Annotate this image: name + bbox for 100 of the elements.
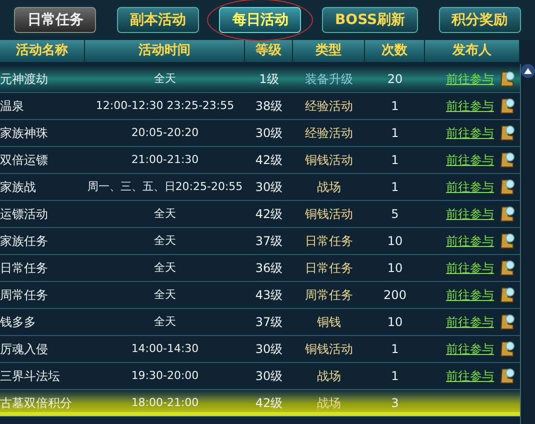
table-row[interactable]: 钱多多 全天 37级 铜钱 10 前往参与 bbox=[0, 309, 520, 336]
table-row[interactable]: 元神渡劫 全天 1级 装备升级 20 前往参与 bbox=[0, 66, 520, 93]
table-cell: 运镖活动 bbox=[0, 207, 48, 221]
tab[interactable]: 副本活动 bbox=[116, 7, 199, 34]
table-cell: 18:00-21:00 bbox=[131, 396, 199, 409]
join-link[interactable]: 前往参与 bbox=[446, 205, 494, 223]
table-cell: 1 bbox=[391, 180, 399, 194]
join-link[interactable]: 前往参与 bbox=[446, 151, 494, 169]
table-row[interactable]: 家族任务 全天 37级 日常任务 10 前往参与 bbox=[0, 228, 520, 255]
column-header: 次数 bbox=[365, 40, 425, 62]
join-link[interactable]: 前往参与 bbox=[446, 313, 494, 331]
table-cell: 战场 bbox=[317, 180, 341, 194]
table-cell: 三界斗法坛 bbox=[0, 369, 60, 383]
table-cell: 日常任务 bbox=[305, 261, 353, 275]
table-cell: 战场 bbox=[317, 396, 341, 410]
scrollbar[interactable] bbox=[520, 64, 535, 424]
table-cell: 家族任务 bbox=[0, 234, 48, 248]
table-cell: 全天 bbox=[154, 260, 176, 274]
table-cell: 30级 bbox=[255, 342, 283, 356]
table-cell: 钱多多 bbox=[0, 315, 36, 329]
table-cell: 铜钱活动 bbox=[305, 153, 353, 167]
table-row[interactable]: 双倍运镖 21:00-21:30 42级 铜钱活动 1 前往参与 bbox=[0, 147, 520, 174]
join-link[interactable]: 前往参与 bbox=[446, 124, 494, 142]
tab[interactable]: 日常任务 bbox=[14, 7, 96, 34]
table-cell: 全天 bbox=[154, 206, 176, 220]
table-cell: 温泉 bbox=[0, 99, 24, 113]
table-cell: 经验活动 bbox=[305, 126, 353, 140]
column-header: 活动时间 bbox=[85, 40, 245, 62]
table-cell: 1 bbox=[391, 153, 399, 167]
table-cell: 全天 bbox=[154, 314, 176, 328]
table-cell: 周一、三、五、日20:25-20:55 bbox=[87, 180, 243, 193]
table-cell: 3 bbox=[391, 396, 399, 410]
table-cell: 铜钱 bbox=[317, 315, 341, 329]
table-cell: 1 bbox=[391, 369, 399, 383]
join-link[interactable]: 前往参与 bbox=[446, 259, 494, 277]
table-cell: 19:30-20:00 bbox=[131, 368, 199, 382]
table-cell: 双倍运镖 bbox=[0, 153, 48, 167]
join-link[interactable]: 前往参与 bbox=[446, 70, 494, 88]
table-cell: 1 bbox=[391, 126, 399, 140]
table-cell: 38级 bbox=[255, 99, 283, 113]
column-header: 发布人 bbox=[425, 40, 520, 62]
table-cell: 14:00-14:30 bbox=[131, 342, 199, 355]
table-cell: 10 bbox=[387, 261, 403, 275]
join-link[interactable]: 前往参与 bbox=[446, 367, 494, 385]
table-cell: 30级 bbox=[255, 126, 283, 140]
table-cell: 200 bbox=[384, 288, 406, 302]
table-cell: 1 bbox=[391, 342, 399, 356]
table-row[interactable]: 温泉 12:00-12:30 23:25-23:55 38级 经验活动 1 前往参与 bbox=[0, 93, 520, 120]
table-cell: 战场 bbox=[317, 369, 341, 383]
table-cell: 元神渡劫 bbox=[0, 72, 48, 86]
table-cell: 1级 bbox=[259, 72, 279, 86]
table-cell: 37级 bbox=[255, 234, 283, 248]
join-link[interactable]: 前往参与 bbox=[446, 232, 494, 250]
table-row[interactable]: 厉魂入侵 14:00-14:30 30级 铜钱活动 1 前往参与 bbox=[0, 336, 520, 363]
table-cell: 厉魂入侵 bbox=[0, 342, 48, 356]
column-header: 等级 bbox=[245, 40, 293, 62]
join-link[interactable]: 前往参与 bbox=[446, 286, 494, 304]
table-cell: 装备升级 bbox=[305, 72, 353, 86]
tab[interactable]: 积分奖励 bbox=[438, 7, 521, 34]
table-row[interactable]: 家族战 周一、三、五、日20:25-20:55 30级 战场 1 前往参与 bbox=[0, 174, 520, 201]
table-cell: 12:00-12:30 23:25-23:55 bbox=[96, 98, 234, 112]
column-header: 类型 bbox=[293, 40, 365, 62]
table-row[interactable]: 日常任务 全天 36级 日常任务 10 前往参与 bbox=[0, 255, 520, 282]
table-row[interactable]: 运镖活动 全天 42级 铜钱活动 5 前往参与 bbox=[0, 201, 520, 228]
table-cell: 20 bbox=[387, 72, 403, 86]
table-cell: 42级 bbox=[255, 153, 283, 167]
table-cell: 全天 bbox=[154, 72, 176, 85]
table-cell: 铜钱活动 bbox=[305, 342, 353, 356]
join-link[interactable]: 前往参与 bbox=[446, 97, 494, 115]
table-cell: 42级 bbox=[255, 207, 283, 221]
table-cell: 5 bbox=[391, 207, 399, 221]
scroll-up-icon[interactable] bbox=[521, 64, 535, 78]
table-cell: 全天 bbox=[154, 288, 176, 301]
table-cell: 古墓双倍积分 bbox=[0, 396, 72, 410]
join-link[interactable]: 前往参与 bbox=[446, 178, 494, 196]
table-cell: 家族战 bbox=[0, 180, 36, 194]
table-cell: 30级 bbox=[255, 180, 283, 194]
table-cell: 周常任务 bbox=[0, 288, 48, 302]
table-cell: 日常任务 bbox=[0, 261, 48, 275]
table-cell: 36级 bbox=[255, 261, 283, 275]
table-cell: 10 bbox=[387, 234, 403, 248]
table-cell: 43级 bbox=[255, 288, 283, 302]
table-cell: 日常任务 bbox=[305, 234, 353, 248]
table-cell: 20:05-20:20 bbox=[131, 126, 199, 139]
table-cell: 37级 bbox=[255, 315, 283, 329]
table-cell: 30级 bbox=[255, 369, 283, 383]
tab[interactable]: BOSS刷新 bbox=[322, 7, 418, 34]
join-link[interactable]: 前往参与 bbox=[446, 340, 494, 358]
table-cell: 铜钱活动 bbox=[305, 207, 353, 221]
table-cell: 经验活动 bbox=[305, 99, 353, 113]
table-cell: 21:00-21:30 bbox=[131, 152, 199, 166]
tab[interactable]: 每日活动 bbox=[219, 7, 302, 34]
column-header: 活动名称 bbox=[0, 40, 85, 62]
table-cell: 周常任务 bbox=[305, 288, 353, 302]
table-row[interactable]: 周常任务 全天 43级 周常任务 200 前往参与 bbox=[0, 282, 520, 309]
table-cell: 全天 bbox=[154, 234, 176, 247]
table-cell: 42级 bbox=[255, 396, 283, 410]
table-cell: 10 bbox=[387, 315, 403, 329]
table-cell: 家族神珠 bbox=[0, 126, 48, 140]
table-row[interactable]: 家族神珠 20:05-20:20 30级 经验活动 1 前往参与 bbox=[0, 120, 520, 147]
